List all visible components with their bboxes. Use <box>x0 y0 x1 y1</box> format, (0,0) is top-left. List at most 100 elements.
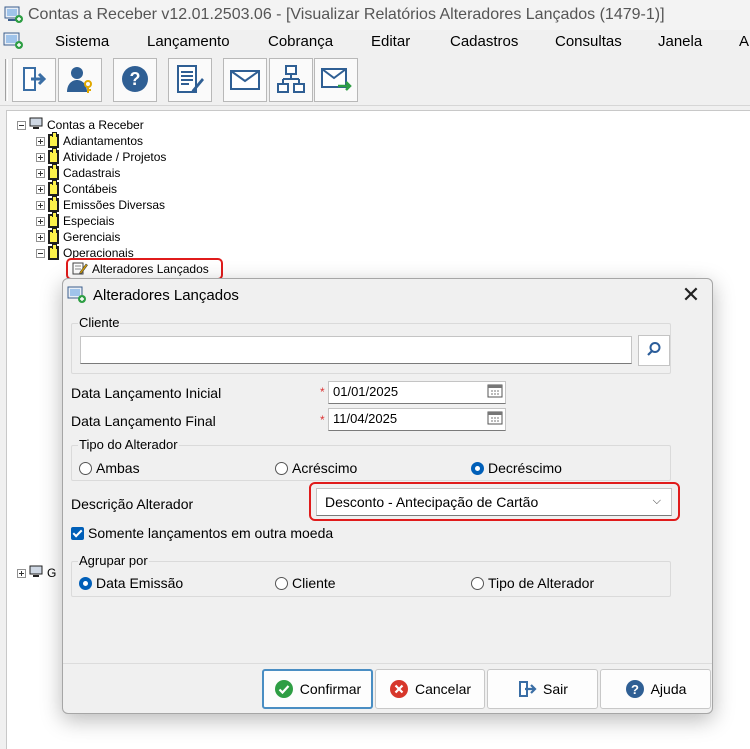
computer-icon <box>29 565 43 581</box>
radio-label: Decréscimo <box>488 460 562 476</box>
menu-lancamento[interactable]: Lançamento <box>147 33 230 50</box>
folder-icon <box>48 132 59 148</box>
checkbox-label: Somente lançamentos em outra moeda <box>88 525 334 541</box>
expand-icon[interactable] <box>36 168 45 178</box>
edit-report-icon <box>175 64 205 97</box>
svg-text:?: ? <box>130 69 141 89</box>
tree-item-gerenciais[interactable]: Gerenciais <box>36 228 121 245</box>
cancelar-button[interactable]: Cancelar <box>375 669 485 709</box>
data-inicial-input[interactable]: 01/01/2025 <box>328 381 506 404</box>
expand-icon[interactable] <box>36 232 45 242</box>
radio-tipo-alterador[interactable]: Tipo de Alterador <box>471 575 594 591</box>
tree-item-contabeis[interactable]: Contábeis <box>36 180 118 197</box>
expand-icon[interactable] <box>36 200 45 210</box>
chevron-down-icon: ⌵ <box>652 495 661 507</box>
svg-text:?: ? <box>631 682 639 697</box>
checkbox-checked-icon <box>71 526 84 540</box>
tree-item-adiantamentos[interactable]: Adiantamentos <box>36 132 143 149</box>
tree-root-2[interactable]: G <box>17 565 56 581</box>
calendar-icon <box>487 410 503 428</box>
expand-icon[interactable] <box>17 568 26 578</box>
tree-item-emissoes-diversas[interactable]: Emissões Diversas <box>36 196 166 213</box>
report-pencil-icon <box>72 261 88 278</box>
expand-icon[interactable] <box>36 136 45 146</box>
radio-circle <box>471 576 484 590</box>
report-edit-button[interactable] <box>168 58 212 102</box>
user-key-icon <box>65 64 95 97</box>
descricao-value: Desconto - Antecipação de Cartão <box>325 494 539 510</box>
sair-label: Sair <box>543 681 568 697</box>
cliente-search-button[interactable] <box>638 335 670 366</box>
alteradores-dialog: Alteradores Lançados ✕ Cliente Data Lanç… <box>62 278 713 714</box>
help-icon: ? <box>120 64 150 97</box>
tree-item-cadastrais[interactable]: Cadastrais <box>36 164 120 181</box>
ajuda-label: Ajuda <box>650 681 687 697</box>
radio-ambas[interactable]: Ambas <box>79 460 140 476</box>
data-final-calendar-button[interactable] <box>485 409 505 429</box>
cliente-input[interactable] <box>80 336 632 364</box>
expand-icon[interactable] <box>36 184 45 194</box>
required-marker: * <box>320 385 325 399</box>
tree-item-label: Gerenciais <box>63 230 121 244</box>
tipo-alterador-label: Tipo do Alterador <box>78 437 179 452</box>
folder-icon <box>48 244 59 260</box>
tree-item-label: Emissões Diversas <box>63 198 166 212</box>
exit-button[interactable] <box>12 58 56 102</box>
tree-item-alteradores-lancados[interactable]: Alteradores Lançados <box>72 261 209 277</box>
data-final-input[interactable]: 11/04/2025 <box>328 408 506 431</box>
document-menu-icon[interactable] <box>3 31 25 54</box>
agrupar-label: Agrupar por <box>78 553 149 568</box>
collapse-icon[interactable] <box>36 248 45 258</box>
tree-item-label: Atividade / Projetos <box>63 150 167 164</box>
data-inicial-label: Data Lançamento Inicial <box>71 385 222 401</box>
menu-cobranca[interactable]: Cobrança <box>268 33 333 50</box>
tree-item-label: Contábeis <box>63 182 118 196</box>
exit-icon <box>19 64 49 97</box>
folder-icon <box>48 212 59 228</box>
data-final-label: Data Lançamento Final <box>71 413 216 429</box>
toolbar-grip[interactable] <box>5 59 8 101</box>
radio-decrescimo[interactable]: Decréscimo <box>471 460 562 476</box>
radio-label: Ambas <box>96 460 140 476</box>
radio-data-emissao[interactable]: Data Emissão <box>79 575 183 591</box>
tree-item-atividade-projetos[interactable]: Atividade / Projetos <box>36 148 167 165</box>
somente-outra-moeda-checkbox[interactable]: Somente lançamentos em outra moeda <box>71 525 333 541</box>
help-toolbar-button[interactable]: ? <box>113 58 157 102</box>
send-email-button[interactable] <box>314 58 358 102</box>
radio-circle-selected <box>79 576 92 590</box>
users-button[interactable] <box>58 58 102 102</box>
radio-circle <box>275 461 288 475</box>
confirmar-button[interactable]: Confirmar <box>262 669 373 709</box>
cancelar-label: Cancelar <box>414 681 472 697</box>
tree-item-especiais[interactable]: Especiais <box>36 212 114 229</box>
email-button[interactable] <box>223 58 267 102</box>
data-inicial-calendar-button[interactable] <box>485 382 505 402</box>
window-title: Contas a Receber v12.01.2503.06 - [Visua… <box>28 6 665 23</box>
menu-cadastros[interactable]: Cadastros <box>450 33 518 50</box>
tree-root[interactable]: Contas a Receber <box>17 117 144 133</box>
close-icon[interactable]: ✕ <box>680 284 702 306</box>
folder-icon <box>48 164 59 180</box>
menu-editar[interactable]: Editar <box>371 33 410 50</box>
radio-circle <box>275 576 288 590</box>
cancel-circle-icon <box>389 679 409 699</box>
menu-consultas[interactable]: Consultas <box>555 33 622 50</box>
folder-icon <box>48 148 59 164</box>
ajuda-button[interactable]: ? Ajuda <box>600 669 711 709</box>
collapse-icon[interactable] <box>17 120 26 130</box>
sair-button[interactable]: Sair <box>487 669 598 709</box>
descricao-select[interactable]: Desconto - Antecipação de Cartão ⌵ <box>316 488 672 516</box>
envelope-icon <box>229 64 261 97</box>
radio-cliente[interactable]: Cliente <box>275 575 336 591</box>
menu-sistema[interactable]: Sistema <box>55 33 109 50</box>
expand-icon[interactable] <box>36 152 45 162</box>
structure-button[interactable] <box>269 58 313 102</box>
expand-icon[interactable] <box>36 216 45 226</box>
menu-ajuda[interactable]: A <box>739 33 749 50</box>
radio-circle <box>79 461 92 475</box>
dialog-app-icon <box>67 286 87 307</box>
radio-acrescimo[interactable]: Acréscimo <box>275 460 357 476</box>
menu-janela[interactable]: Janela <box>658 33 702 50</box>
help-icon: ? <box>625 679 645 699</box>
toolbar: ? <box>0 54 750 106</box>
